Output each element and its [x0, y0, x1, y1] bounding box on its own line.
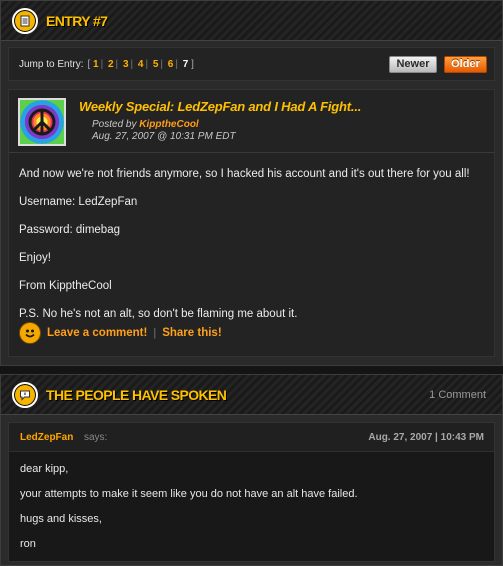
comment-line: ron — [20, 538, 36, 550]
comments-panel: THE PEOPLE HAVE SPOKEN 1 Comment LedZepF… — [0, 374, 503, 566]
avatar[interactable] — [18, 98, 66, 146]
jump-close-bracket: ] — [191, 58, 194, 70]
jump-bar: Jump to Entry: [ 1 | 2 | 3 | 4 | 5 | 6 | 7 ] N… — [8, 47, 495, 81]
post-body: And now we're not friends anymore, so I … — [9, 153, 494, 322]
post-paragraph: Username: LedZepFan — [19, 196, 138, 208]
comment-says: says: — [84, 432, 108, 443]
post-title[interactable]: Weekly Special: LedZepFan and I Had A Fi… — [79, 99, 361, 114]
jump-link-4[interactable]: 4 — [138, 59, 144, 70]
comment-line: hugs and kisses, — [20, 513, 102, 525]
comment-date: Aug. 27, 2007 | 10:43 PM — [368, 432, 484, 443]
post-author-link[interactable]: KipptheCool — [139, 119, 198, 130]
post-paragraph: And now we're not friends anymore, so I … — [19, 168, 470, 180]
posted-by-prefix: Posted by — [92, 119, 137, 130]
smiley-icon — [19, 322, 41, 344]
post-actions: Leave a comment! | Share this! — [19, 322, 222, 344]
newer-button[interactable]: Newer — [389, 56, 437, 73]
leave-comment-link[interactable]: Leave a comment! — [47, 327, 147, 339]
post-date: Aug. 27, 2007 @ 10:31 PM EDT — [92, 131, 236, 142]
jump-open-bracket: [ — [87, 58, 91, 70]
action-divider: | — [153, 327, 157, 339]
older-button[interactable]: Older — [444, 56, 487, 73]
entry-header: ENTRY #7 — [1, 1, 502, 41]
entry-panel: ENTRY #7 Jump to Entry: [ 1 | 2 | 3 | 4 | 5 |… — [0, 0, 503, 366]
jump-link-1[interactable]: 1 — [93, 59, 99, 70]
comment-header: LedZepFan says: Aug. 27, 2007 | 10:43 PM — [9, 423, 494, 452]
entry-title: ENTRY #7 — [46, 12, 108, 29]
jump-link-7-current: 7 — [182, 58, 189, 70]
jump-link-6[interactable]: 6 — [168, 59, 174, 70]
post-paragraph: Password: dimebag — [19, 224, 120, 236]
jump-link-5[interactable]: 5 — [153, 59, 159, 70]
jump-link-3[interactable]: 3 — [123, 59, 129, 70]
comment-count: 1 Comment — [429, 388, 486, 401]
document-icon — [12, 7, 38, 34]
comment-line: your attempts to make it seem like you d… — [20, 488, 358, 500]
comments-title: THE PEOPLE HAVE SPOKEN — [46, 386, 227, 403]
comment-line: dear kipp, — [20, 463, 69, 475]
comment-author-link[interactable]: LedZepFan — [20, 432, 73, 443]
comment-body: dear kipp, your attempts to make it seem… — [9, 452, 494, 566]
comment-item: LedZepFan says: Aug. 27, 2007 | 10:43 PM… — [8, 422, 495, 562]
posted-by: Posted by KipptheCool — [92, 119, 199, 130]
post-box: Weekly Special: LedZepFan and I Had A Fi… — [8, 89, 495, 357]
jump-label: Jump to Entry: — [19, 58, 84, 70]
post-header: Weekly Special: LedZepFan and I Had A Fi… — [9, 90, 494, 153]
post-paragraph: Enjoy! — [19, 252, 51, 264]
jump-link-2[interactable]: 2 — [108, 59, 114, 70]
share-link[interactable]: Share this! — [162, 327, 221, 339]
jump-links: [ 1 | 2 | 3 | 4 | 5 | 6 | 7 ] — [87, 58, 194, 70]
comments-header: THE PEOPLE HAVE SPOKEN 1 Comment — [1, 375, 502, 415]
post-paragraph: P.S. No he's not an alt, so don't be fla… — [19, 308, 298, 320]
speech-bubble-icon — [12, 381, 38, 408]
post-paragraph: From KipptheCool — [19, 280, 112, 292]
peace-sign-icon — [28, 108, 56, 136]
